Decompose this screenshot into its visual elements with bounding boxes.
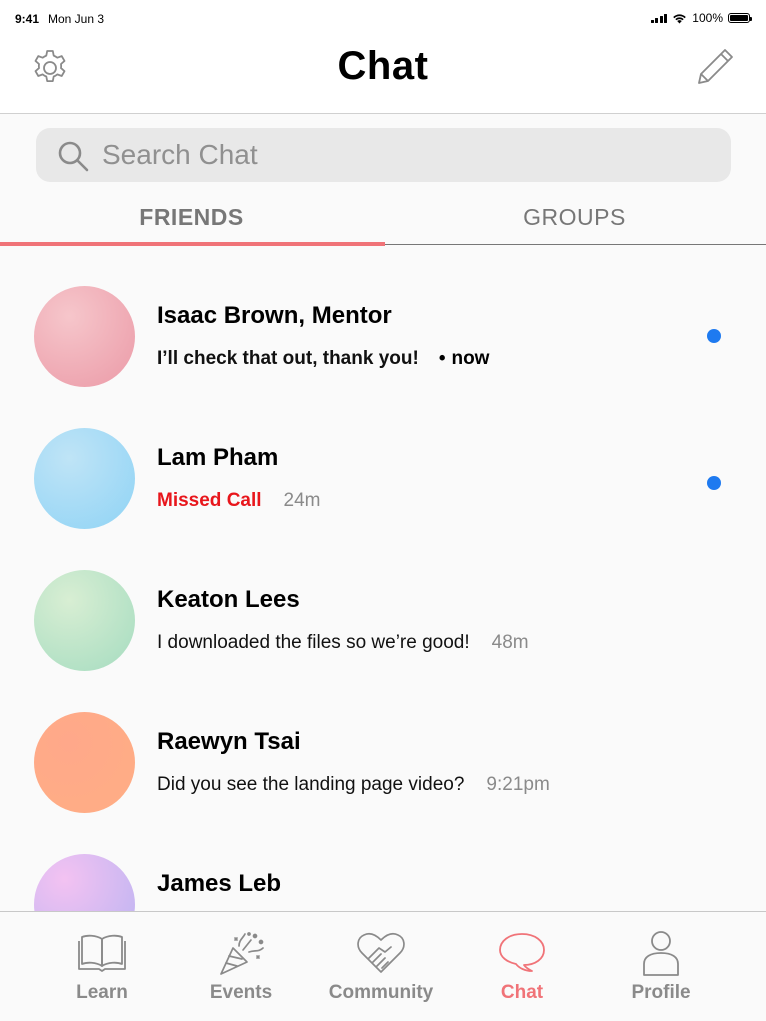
missed-call-label: Missed Call — [157, 490, 262, 511]
battery-percentage: 100% — [692, 11, 723, 25]
person-icon — [643, 931, 679, 976]
last-message: I’ll check that out, thank you! — [157, 348, 419, 369]
segment-tabs: FRIENDS GROUPS — [0, 192, 766, 246]
tab-profile[interactable]: Profile — [596, 912, 726, 1021]
speech-bubble-icon — [499, 933, 545, 972]
unread-indicator — [707, 329, 721, 343]
tab-label: Community — [328, 982, 434, 1003]
status-bar: 9:41 Mon Jun 3 100% — [0, 0, 766, 40]
contact-name: Keaton Lees — [157, 586, 300, 613]
tab-groups[interactable]: GROUPS — [383, 192, 766, 242]
message-preview: Did you see the landing page video? 9:21… — [157, 774, 550, 796]
message-preview: I downloaded the files so we’re good! 48… — [157, 632, 529, 654]
book-icon — [78, 934, 126, 972]
search-icon — [58, 141, 89, 172]
message-time: 24m — [283, 490, 321, 511]
bottom-tab-bar: Learn Events Community Chat Profile — [0, 911, 766, 1021]
tab-friends[interactable]: FRIENDS — [0, 192, 383, 242]
message-preview: Missed Call 24m — [157, 490, 321, 512]
chat-row-raewyn-tsai[interactable]: Raewyn Tsai Did you see the landing page… — [0, 672, 766, 814]
battery-icon — [728, 13, 752, 23]
cellular-signal-icon — [650, 13, 668, 23]
wifi-icon — [673, 13, 687, 23]
message-time: 9:21pm — [486, 774, 550, 795]
nav-header: Chat — [0, 40, 766, 114]
avatar — [34, 570, 135, 671]
avatar — [34, 428, 135, 529]
tab-label: Profile — [631, 982, 691, 1003]
separator-dot: • — [438, 348, 446, 369]
status-date: Mon Jun 3 — [48, 12, 105, 26]
party-popper-icon — [220, 932, 264, 975]
unread-indicator — [707, 476, 721, 490]
avatar — [34, 854, 135, 911]
contact-name: Isaac Brown, Mentor — [157, 302, 392, 329]
tab-label: Events — [209, 982, 273, 1003]
avatar — [34, 712, 135, 813]
tab-label: Learn — [76, 982, 128, 1003]
search-input[interactable] — [102, 128, 702, 182]
avatar — [34, 286, 135, 387]
tab-events[interactable]: Events — [176, 912, 306, 1021]
chat-row-isaac-brown[interactable]: Isaac Brown, Mentor I’ll check that out,… — [0, 246, 766, 388]
last-message: I downloaded the files so we’re good! — [157, 632, 470, 653]
status-time: 9:41 — [15, 12, 40, 26]
tab-learn[interactable]: Learn — [37, 912, 167, 1021]
message-time: now — [451, 348, 490, 369]
message-preview: I’ll check that out, thank you! • now — [157, 348, 489, 370]
status-indicators: 100% — [650, 11, 752, 25]
contact-name: Lam Pham — [157, 444, 279, 471]
tab-chat[interactable]: Chat — [457, 912, 587, 1021]
search-bar[interactable] — [36, 128, 731, 182]
chat-list[interactable]: Isaac Brown, Mentor I’ll check that out,… — [0, 246, 766, 911]
message-time: 48m — [491, 632, 529, 653]
chat-row-james-leb[interactable]: James Leb — [0, 814, 766, 911]
contact-name: Raewyn Tsai — [157, 728, 301, 755]
last-message: Did you see the landing page video? — [157, 774, 465, 795]
page-title: Chat — [337, 44, 429, 88]
chat-row-lam-pham[interactable]: Lam Pham Missed Call 24m — [0, 388, 766, 530]
contact-name: James Leb — [157, 870, 282, 897]
chat-row-keaton-lees[interactable]: Keaton Lees I downloaded the files so we… — [0, 530, 766, 672]
pencil-icon[interactable] — [694, 46, 736, 88]
tab-label: Chat — [500, 982, 544, 1003]
tab-community[interactable]: Community — [316, 912, 446, 1021]
handshake-heart-icon — [357, 932, 405, 973]
